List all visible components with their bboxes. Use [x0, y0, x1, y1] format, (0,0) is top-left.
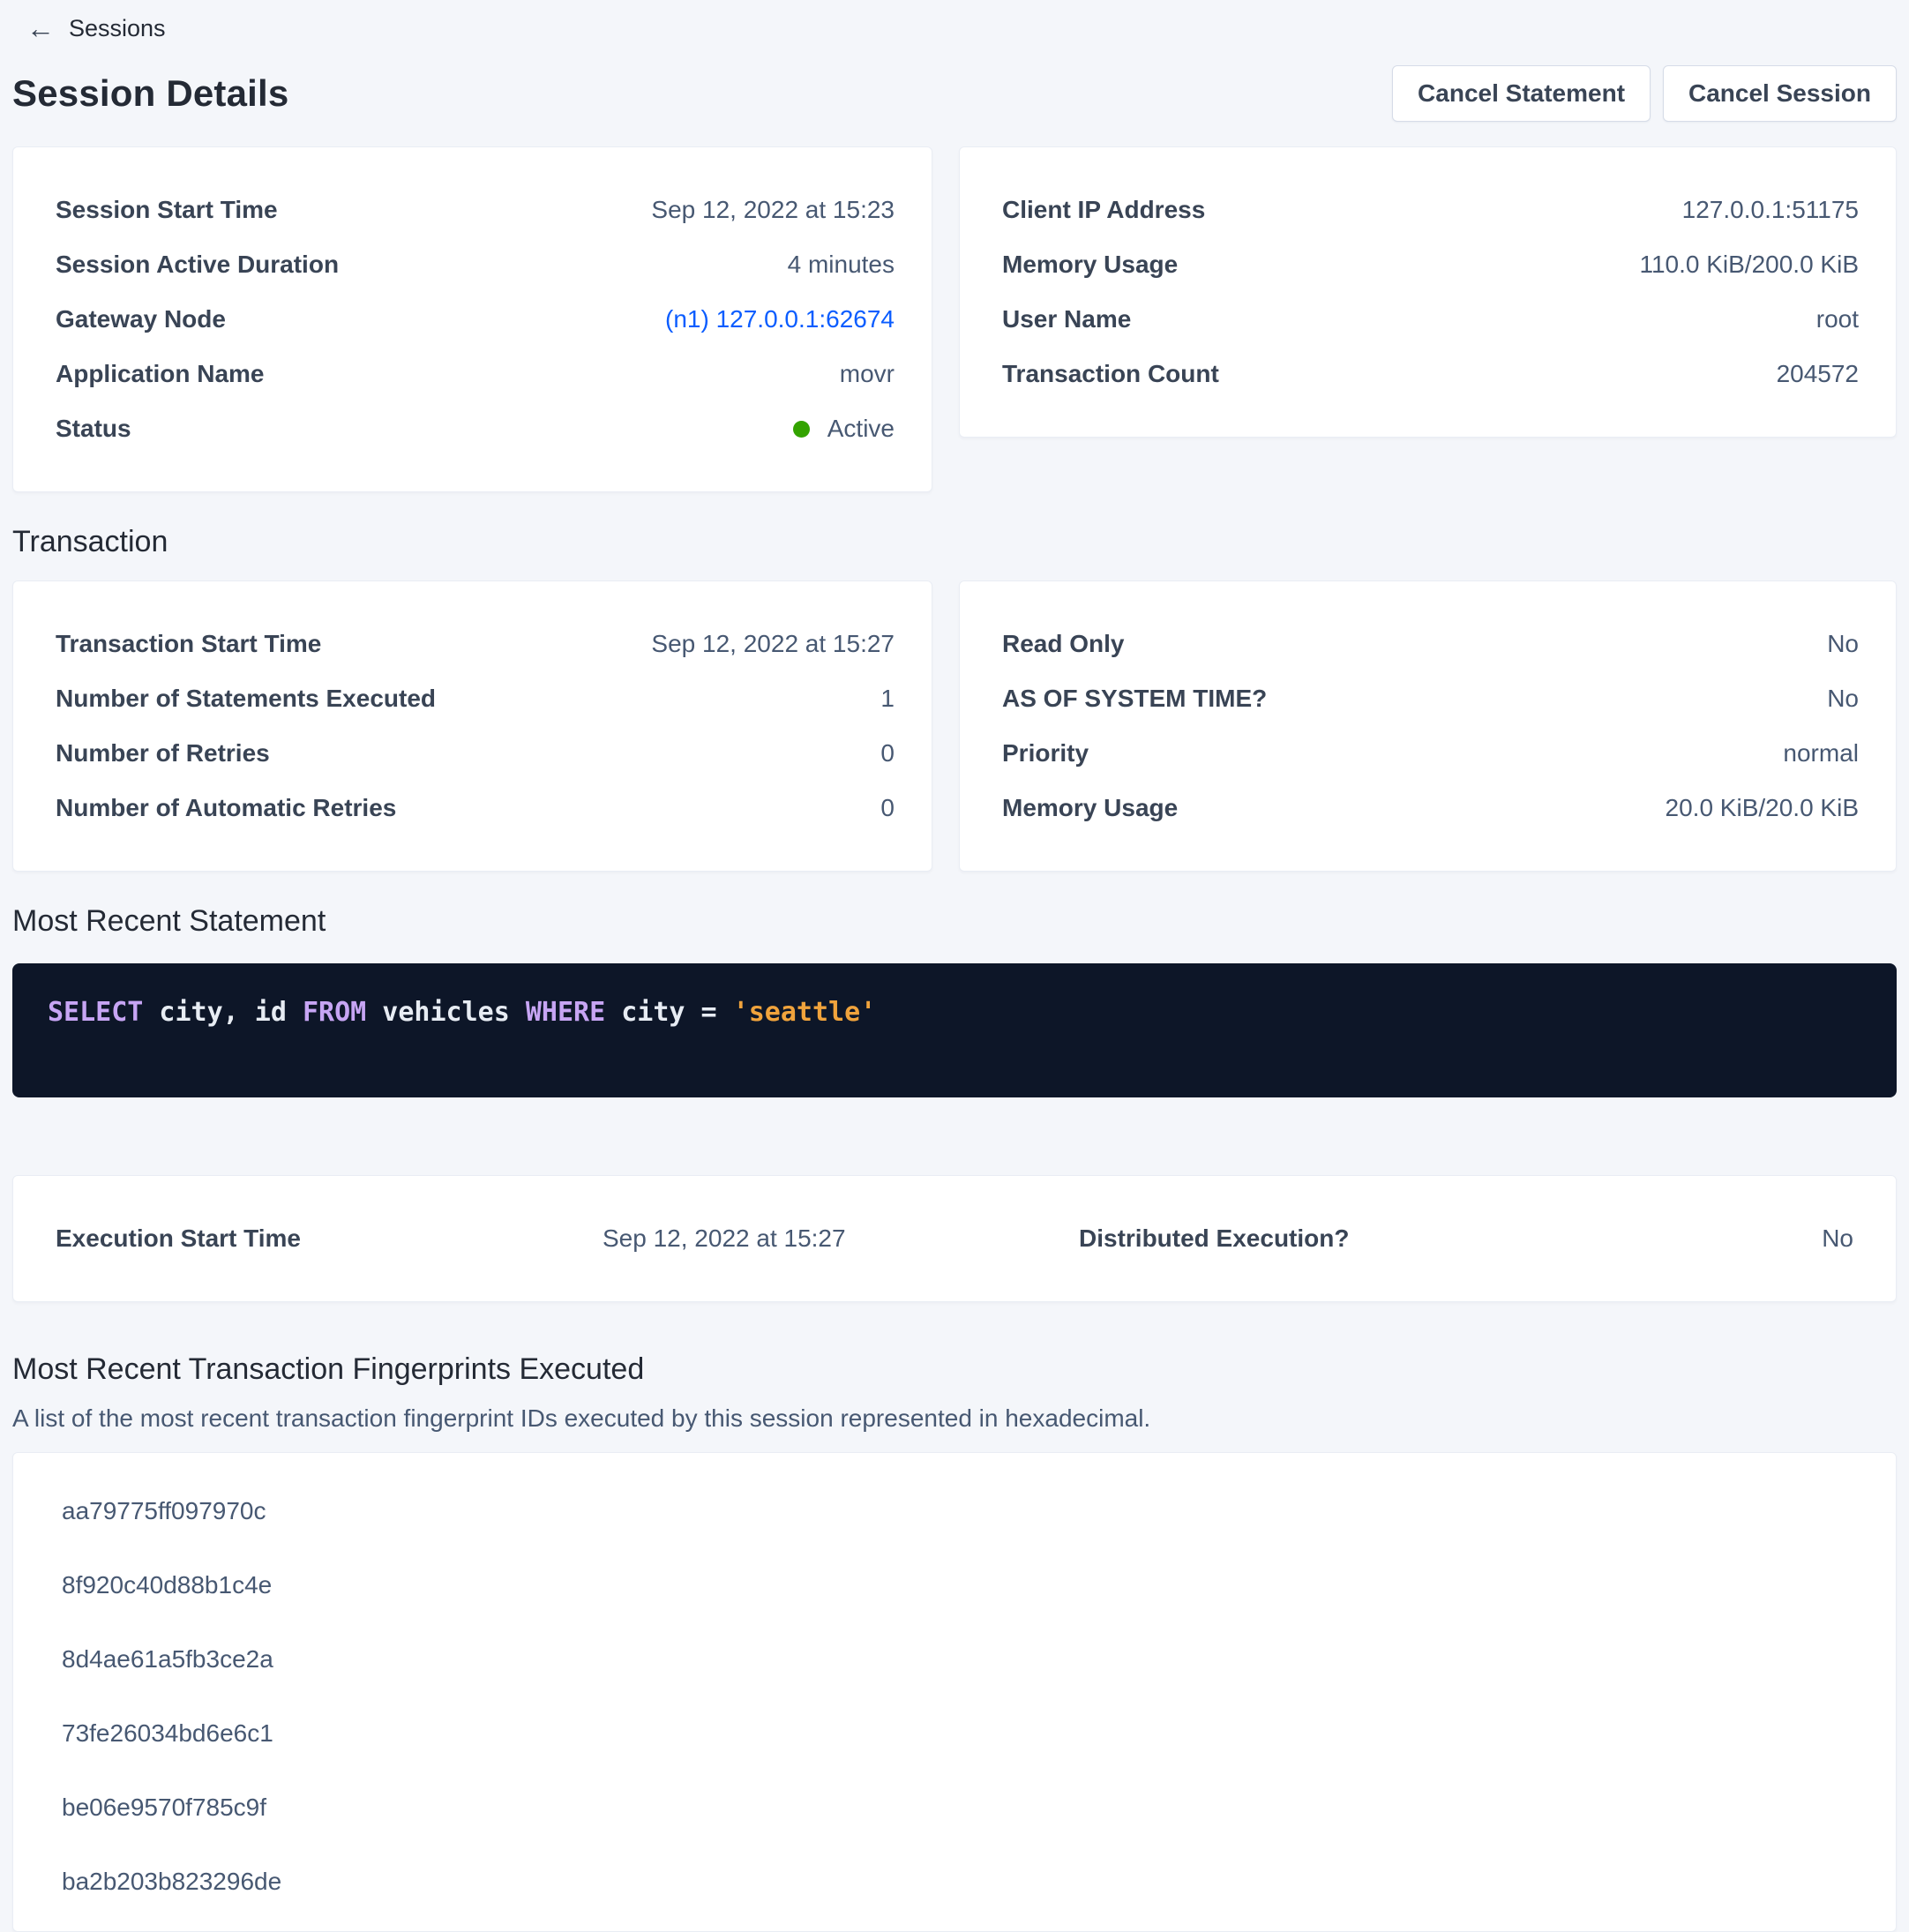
sql-keyword: SELECT: [48, 997, 143, 1028]
info-value: 4 minutes: [788, 251, 895, 279]
fingerprints-section-heading: Most Recent Transaction Fingerprints Exe…: [12, 1350, 1897, 1389]
back-link-label: Sessions: [69, 15, 166, 42]
client-info-card: Client IP Address 127.0.0.1:51175 Memory…: [959, 146, 1897, 438]
info-row-as-of-system-time: AS OF SYSTEM TIME? No: [1002, 671, 1859, 726]
info-label: Read Only: [1002, 630, 1124, 658]
info-value: Sep 12, 2022 at 15:27: [651, 630, 895, 658]
session-info-card: Session Start Time Sep 12, 2022 at 15:23…: [12, 146, 932, 492]
info-value: Sep 12, 2022 at 15:23: [651, 196, 895, 224]
fingerprint-item: 73fe26034bd6e6c1: [13, 1696, 1896, 1771]
sql-text: vehicles: [366, 997, 526, 1028]
fingerprint-item: aa79775ff097970c: [13, 1474, 1896, 1548]
info-row-session-start-time: Session Start Time Sep 12, 2022 at 15:23: [56, 183, 895, 237]
cancel-statement-button[interactable]: Cancel Statement: [1392, 65, 1651, 122]
info-label: Client IP Address: [1002, 196, 1205, 224]
status-value: Active: [827, 415, 895, 443]
page-header: Session Details Cancel Statement Cancel …: [12, 65, 1897, 122]
info-label: Distributed Execution?: [1079, 1224, 1822, 1253]
info-value: 110.0 KiB/200.0 KiB: [1639, 251, 1859, 279]
info-value: Sep 12, 2022 at 15:27: [603, 1224, 1079, 1253]
cancel-session-button[interactable]: Cancel Session: [1663, 65, 1897, 122]
arrow-left-icon: ←: [26, 14, 55, 42]
back-to-sessions-link[interactable]: ← Sessions: [26, 14, 166, 42]
gateway-node-link[interactable]: (n1) 127.0.0.1:62674: [665, 305, 895, 333]
info-label: Memory Usage: [1002, 251, 1178, 279]
status-badge: Active: [793, 415, 895, 443]
info-row-application-name: Application Name movr: [56, 347, 895, 401]
info-row-gateway-node: Gateway Node (n1) 127.0.0.1:62674: [56, 292, 895, 347]
info-row-transaction-start-time: Transaction Start Time Sep 12, 2022 at 1…: [56, 617, 895, 671]
info-value: movr: [840, 360, 895, 388]
info-row-retries: Number of Retries 0: [56, 726, 895, 781]
info-label: Status: [56, 415, 131, 443]
info-value: 0: [880, 794, 895, 822]
transaction-info-card: Transaction Start Time Sep 12, 2022 at 1…: [12, 580, 932, 872]
sql-text: city =: [605, 997, 733, 1028]
info-row-status: Status Active: [56, 401, 895, 456]
info-label: Number of Retries: [56, 739, 270, 768]
info-label: Execution Start Time: [56, 1224, 603, 1253]
transaction-row: Transaction Start Time Sep 12, 2022 at 1…: [12, 580, 1897, 872]
info-row-memory-usage: Memory Usage 110.0 KiB/200.0 KiB: [1002, 237, 1859, 292]
sql-text: city, id: [143, 997, 303, 1028]
info-row-automatic-retries: Number of Automatic Retries 0: [56, 781, 895, 835]
info-label: Gateway Node: [56, 305, 226, 333]
info-row-execution: Execution Start Time Sep 12, 2022 at 15:…: [56, 1211, 1853, 1266]
fingerprint-item: 8d4ae61a5fb3ce2a: [13, 1622, 1896, 1696]
info-value: 204572: [1777, 360, 1859, 388]
info-label: Transaction Count: [1002, 360, 1219, 388]
fingerprint-item: be06e9570f785c9f: [13, 1771, 1896, 1845]
info-label: Number of Automatic Retries: [56, 794, 396, 822]
info-label: Transaction Start Time: [56, 630, 321, 658]
info-value: No: [1827, 685, 1859, 713]
info-value: No: [1822, 1224, 1853, 1253]
transaction-properties-card: Read Only No AS OF SYSTEM TIME? No Prior…: [959, 580, 1897, 872]
transaction-section-heading: Transaction: [12, 522, 1897, 561]
info-row-transaction-count: Transaction Count 204572: [1002, 347, 1859, 401]
statement-section-heading: Most Recent Statement: [12, 902, 1897, 940]
page-title: Session Details: [12, 72, 288, 115]
info-value: 0: [880, 739, 895, 768]
info-value: root: [1816, 305, 1859, 333]
execution-info-card: Execution Start Time Sep 12, 2022 at 15:…: [12, 1175, 1897, 1302]
info-label: Memory Usage: [1002, 794, 1178, 822]
info-value: 1: [880, 685, 895, 713]
status-active-dot-icon: [793, 421, 810, 438]
info-row-user-name: User Name root: [1002, 292, 1859, 347]
info-row-priority: Priority normal: [1002, 726, 1859, 781]
info-label: User Name: [1002, 305, 1131, 333]
sql-string-literal: 'seattle': [733, 997, 877, 1028]
info-row-client-ip: Client IP Address 127.0.0.1:51175: [1002, 183, 1859, 237]
header-actions: Cancel Statement Cancel Session: [1392, 65, 1897, 122]
info-value: No: [1827, 630, 1859, 658]
info-row-statements-executed: Number of Statements Executed 1: [56, 671, 895, 726]
fingerprint-item: 8f920c40d88b1c4e: [13, 1548, 1896, 1622]
session-overview-row: Session Start Time Sep 12, 2022 at 15:23…: [12, 146, 1897, 492]
session-details-page: ← Sessions Session Details Cancel Statem…: [0, 0, 1909, 1932]
fingerprints-description: A list of the most recent transaction fi…: [12, 1403, 1897, 1434]
info-value: normal: [1783, 739, 1859, 768]
sql-keyword: WHERE: [526, 997, 605, 1028]
sql-keyword: FROM: [303, 997, 366, 1028]
info-row-read-only: Read Only No: [1002, 617, 1859, 671]
info-label: Session Active Duration: [56, 251, 339, 279]
sql-statement: SELECT city, id FROM vehicles WHERE city…: [48, 995, 1861, 1030]
info-label: Application Name: [56, 360, 264, 388]
info-value: 127.0.0.1:51175: [1682, 196, 1859, 224]
info-row-session-active-duration: Session Active Duration 4 minutes: [56, 237, 895, 292]
info-value: 20.0 KiB/20.0 KiB: [1666, 794, 1859, 822]
info-label: Priority: [1002, 739, 1089, 768]
fingerprints-list-card: aa79775ff097970c 8f920c40d88b1c4e 8d4ae6…: [12, 1452, 1897, 1932]
fingerprint-item: ba2b203b823296de: [13, 1845, 1896, 1919]
info-label: AS OF SYSTEM TIME?: [1002, 685, 1267, 713]
info-label: Session Start Time: [56, 196, 278, 224]
info-row-tx-memory-usage: Memory Usage 20.0 KiB/20.0 KiB: [1002, 781, 1859, 835]
info-label: Number of Statements Executed: [56, 685, 436, 713]
sql-statement-box: SELECT city, id FROM vehicles WHERE city…: [12, 963, 1897, 1097]
